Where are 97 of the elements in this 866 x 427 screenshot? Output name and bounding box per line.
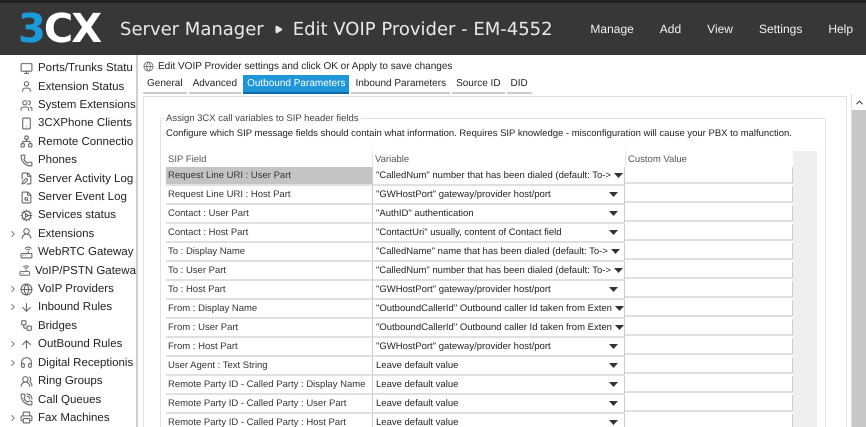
phone-icon [20, 393, 33, 406]
users-icon [20, 374, 33, 388]
sidebar-item[interactable]: VoIP Providers [0, 280, 136, 298]
variable-dropdown[interactable]: "GWHostPort" gateway/provider host/port [372, 186, 625, 205]
caret-icon [274, 24, 283, 34]
gear-icon [20, 208, 33, 222]
breadcrumb-item: Server Manager [120, 18, 264, 40]
custom-value-field[interactable] [625, 300, 793, 317]
users-icon [20, 98, 33, 112]
sidebar-item[interactable]: Remote Connectio [0, 132, 136, 152]
smartphone-icon [20, 116, 33, 130]
dropdown-caret-icon [609, 230, 618, 235]
sidebar-item[interactable]: Ports/Trunks Statu [0, 59, 136, 78]
custom-value-field[interactable] [625, 338, 793, 355]
sidebar-item[interactable]: Extensions [0, 224, 136, 244]
dropdown-caret-icon [610, 249, 620, 254]
variable-dropdown[interactable]: "AuthID" authentication [372, 205, 625, 224]
variable-dropdown[interactable]: "OutboundCallerId" Outbound caller Id taken from Exten [372, 300, 625, 319]
menu-item[interactable]: Manage [577, 22, 647, 36]
dropdown-caret-icon [609, 420, 618, 425]
dropdown-caret-icon [609, 344, 618, 349]
dropdown-caret-icon [614, 325, 624, 330]
dropdown-caret-icon [609, 401, 618, 406]
variable-dropdown[interactable]: "OutboundCallerId" Outbound caller Id taken from Exten [372, 319, 625, 338]
sidebar-item[interactable]: Call Queues [0, 390, 136, 409]
phone-icon [20, 154, 33, 167]
custom-value-field[interactable] [625, 167, 793, 184]
variable-dropdown[interactable]: "CalledName" name that has been dialed (default: To-> [372, 243, 625, 262]
sidebar-item[interactable]: System Extensions [0, 96, 136, 114]
dropdown-caret-icon [614, 306, 624, 311]
column-header: SIP Field [167, 152, 208, 166]
scrollbar[interactable] [851, 94, 866, 427]
sidebar-item[interactable]: 3CXPhone Clients [0, 114, 136, 133]
sidebar-item[interactable]: Server Event Log [0, 188, 136, 206]
group-title: Assign 3CX call variables to SIP header fields [165, 113, 360, 124]
variable-dropdown[interactable]: "ContactUri" usually, content of Contact field [372, 224, 625, 243]
sidebar-item[interactable]: OutBound Rules [0, 335, 136, 354]
arrow-down-icon [20, 300, 33, 314]
monitor-icon [20, 62, 33, 75]
sidebar-item[interactable]: WebRTC Gateway [0, 243, 136, 262]
router-icon [20, 246, 33, 259]
sidebar-item[interactable]: VoIP/PSTN Gatewa [0, 261, 136, 280]
variable-dropdown[interactable]: "GWHostPort" gateway/provider host/port [372, 281, 625, 300]
custom-value-field[interactable] [625, 262, 793, 279]
printer-icon [20, 411, 33, 424]
edit-icon [20, 172, 33, 186]
menu-item[interactable]: View [694, 22, 746, 36]
description-text: Configure which SIP message fields should contain what information. Requires SIP knowledge - misconfiguration will cause your PBX to malfunction. [166, 128, 793, 139]
custom-value-field[interactable] [625, 281, 793, 298]
variable-dropdown[interactable]: Leave default value [372, 357, 625, 376]
sidebar-item[interactable]: Inbound Rules [0, 298, 136, 317]
dropdown-caret-icon [609, 363, 618, 368]
dropdown-caret-icon [614, 173, 623, 178]
custom-value-field[interactable] [625, 376, 793, 393]
instruction-text: Edit VOIP Provider settings and click OK or Apply to save changes [158, 60, 452, 72]
headset-icon [20, 356, 33, 370]
dropdown-caret-icon [609, 192, 618, 197]
file-search-icon [20, 190, 33, 204]
custom-value-field[interactable] [625, 186, 793, 203]
dropdown-caret-icon [609, 211, 618, 216]
sidebar-item[interactable]: Ring Groups [0, 372, 136, 390]
user-icon [20, 80, 33, 94]
sidebar-item[interactable]: Extension Status [0, 77, 136, 96]
sidebar-item[interactable]: Phones [0, 151, 136, 170]
table-cell[interactable]: Request Line URI : User Part [166, 167, 372, 186]
globe-icon [143, 60, 154, 72]
dropdown-caret-icon [609, 287, 618, 292]
custom-value-field[interactable] [625, 205, 793, 222]
workflow-icon [20, 319, 33, 332]
user-icon [20, 227, 33, 240]
globe-icon [20, 282, 33, 296]
variable-dropdown[interactable]: Leave default value [372, 376, 625, 395]
arrow-up-icon [20, 338, 33, 351]
sidebar-item[interactable]: Fax Machines [0, 408, 136, 427]
menu-item[interactable]: Help [815, 22, 866, 36]
custom-value-field[interactable] [625, 357, 793, 374]
dropdown-caret-icon [614, 268, 623, 273]
custom-value-field[interactable] [625, 319, 793, 336]
router-icon [18, 264, 30, 278]
dropdown-caret-icon [609, 382, 618, 387]
variable-dropdown[interactable]: Leave default value [372, 414, 625, 427]
menu-item[interactable]: Add [646, 22, 694, 36]
menu-item[interactable]: Settings [746, 22, 816, 36]
custom-value-field[interactable] [625, 224, 793, 241]
variable-dropdown[interactable]: "CalledNum" number that has been dialed (default: To-> [372, 262, 625, 281]
sidebar-item[interactable]: Digital Receptionis [0, 354, 136, 372]
variable-dropdown[interactable]: "CalledNum" number that has been dialed (default: To-> [372, 167, 625, 186]
sidebar-item[interactable]: Services status [0, 206, 136, 225]
breadcrumb-item: Edit VOIP Provider - EM-4552 [292, 18, 553, 40]
sidebar-item[interactable]: Bridges [0, 316, 136, 336]
variable-dropdown[interactable]: "GWHostPort" gateway/provider host/port [372, 338, 625, 357]
sidebar-item[interactable]: Server Activity Log [0, 169, 136, 188]
logo: 3CX [18, 9, 100, 49]
custom-value-field[interactable] [625, 243, 793, 260]
variable-dropdown[interactable]: Leave default value [372, 395, 625, 414]
network-icon [20, 135, 33, 148]
custom-value-field[interactable] [625, 395, 793, 412]
